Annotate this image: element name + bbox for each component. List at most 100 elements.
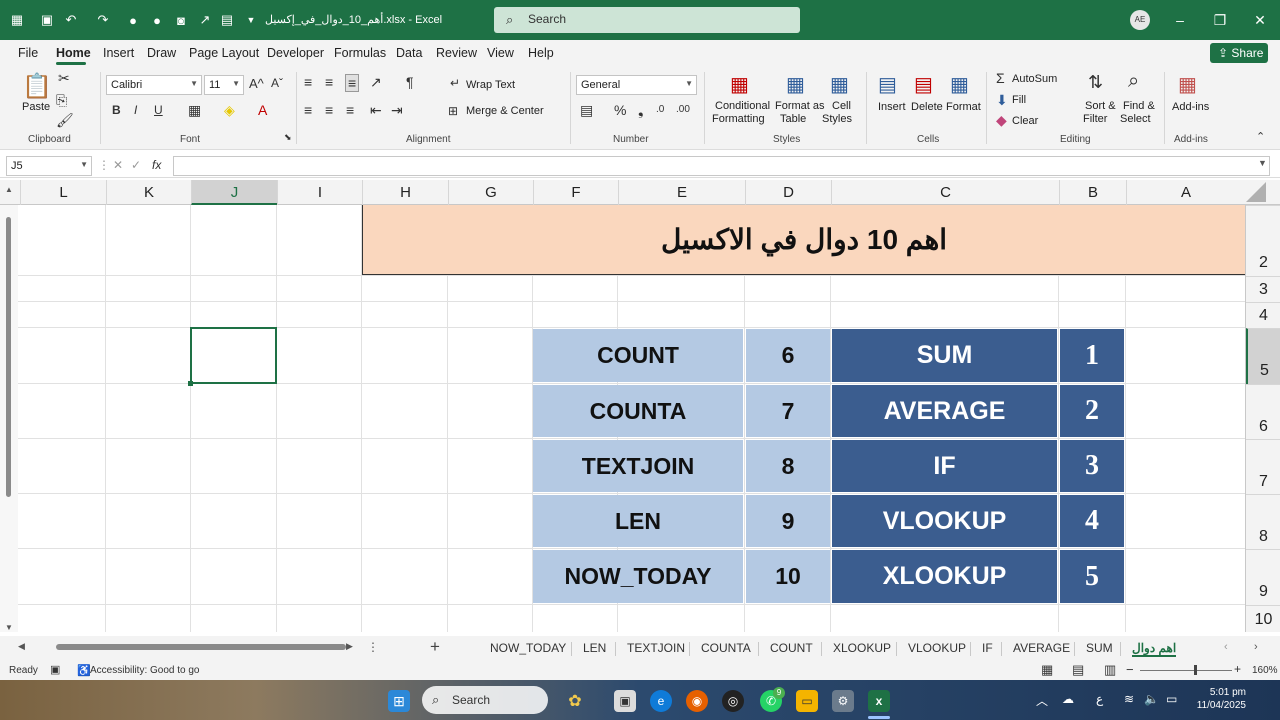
align-center-icon[interactable]: ≡ [325,102,333,118]
row-header[interactable]: 7 [1246,439,1280,494]
tab-page-layout[interactable]: Page Layout [189,46,259,60]
function-name-cell[interactable]: COUNT [533,329,743,382]
folder-icon[interactable]: ▭ [796,690,818,712]
zoom-slider-handle[interactable] [1194,665,1197,675]
row-header[interactable]: 3 [1246,276,1280,302]
function-name-cell[interactable]: SUM [832,329,1057,382]
copy-icon[interactable]: ⎘ [56,92,67,109]
zoom-in-icon[interactable]: + [1234,662,1241,676]
number-format-select[interactable]: General ▼ [576,75,697,95]
column-header[interactable]: B [1059,180,1126,205]
borders-icon[interactable]: ▦ [188,102,201,119]
align-bottom-icon[interactable]: ≡ [345,74,360,92]
tab-file[interactable]: File [18,46,38,60]
function-number-cell[interactable]: 1 [1060,329,1124,382]
paste-icon[interactable]: 📋 [22,72,52,101]
volume-icon[interactable]: 🔈 [1144,692,1159,706]
collapse-ribbon-icon[interactable]: ⌃ [1256,130,1265,143]
form-icon[interactable]: ▤ [218,11,236,29]
row-header[interactable]: 6 [1246,384,1280,439]
select-all-icon[interactable] [1246,182,1266,202]
zoom-slider[interactable] [1140,670,1232,671]
macro-record-icon[interactable]: ▣ [50,663,60,676]
sheet-tab[interactable]: COUNTA [701,641,751,655]
conditional-formatting-line1[interactable]: Conditional [715,100,770,112]
cell-styles-line1[interactable]: Cell [832,100,851,112]
cancel-icon[interactable]: ✕ [113,158,123,172]
increase-indent-icon[interactable]: ⇥ [391,102,403,119]
underline-icon[interactable]: U [154,103,163,117]
comma-icon[interactable]: ❟ [638,102,644,119]
avatar[interactable]: AE [1130,10,1150,30]
onedrive-icon[interactable]: ☁ [1062,692,1074,706]
paste-button[interactable]: Paste [22,101,50,113]
format-painter-icon[interactable]: 🖌 [56,112,74,129]
bold-icon[interactable]: B [112,103,121,117]
orientation-icon[interactable]: ↗ [370,74,382,91]
record2-icon[interactable]: ● [148,11,166,29]
banner-title[interactable]: اهم 10 دوال في الاكسيل [362,205,1245,275]
minimize-icon[interactable]: – [1170,10,1190,30]
align-top-icon[interactable]: ≡ [304,74,312,90]
column-header[interactable]: D [745,180,831,205]
edge-icon[interactable]: e [650,690,672,712]
normal-view-icon[interactable]: ▦ [1041,662,1053,678]
sheet-tab[interactable]: LEN [583,641,606,655]
row-header-selected[interactable]: 5 [1246,328,1280,384]
tab-developer[interactable]: Developer [267,46,324,60]
excel-taskbar-icon[interactable]: x [868,690,890,712]
zoom-level[interactable]: 160% [1252,665,1278,676]
function-number-cell[interactable]: 4 [1060,495,1124,547]
function-name-cell[interactable]: LEN [533,495,743,547]
sheet-tab[interactable]: AVERAGE [1013,641,1070,655]
increase-font-icon[interactable]: A^ [249,76,264,91]
increase-decimal-icon[interactable]: .0 [656,104,664,115]
function-name-cell[interactable]: TEXTJOIN [533,440,743,492]
currency-icon[interactable]: ▤ [580,102,593,119]
file-app-icon[interactable]: ▣ [614,690,636,712]
add-sheet-icon[interactable]: + [430,637,440,657]
horizontal-scroll-thumb[interactable] [56,644,346,650]
format-as-table-line2[interactable]: Table [780,113,806,125]
tab-next-icon[interactable]: › [1254,641,1258,653]
column-header[interactable]: L [20,180,106,205]
row-header[interactable]: 2 [1246,205,1280,276]
column-header[interactable]: A [1126,180,1245,205]
scroll-down-icon[interactable]: ▼ [5,623,13,632]
add-ins-button[interactable]: Add-ins [1172,101,1209,113]
row-header[interactable]: 4 [1246,302,1280,328]
active-cell-j5[interactable] [188,327,277,386]
system-clock[interactable]: 5:01 pm 11/04/2025 [1188,686,1246,712]
row-header[interactable]: 8 [1246,494,1280,549]
tab-formulas[interactable]: Formulas [334,46,386,60]
align-left-icon[interactable]: ≡ [304,102,312,118]
column-header-selected[interactable]: J [191,180,277,205]
insert-function-icon[interactable]: fx [152,158,161,172]
format-cells-button[interactable]: Format [946,101,981,113]
wifi-icon[interactable]: ≋ [1124,692,1134,706]
vertical-scrollbar[interactable]: ▲ ▼ [0,185,18,632]
decrease-font-icon[interactable]: Aˇ [271,76,283,90]
sort-filter-line2[interactable]: Filter [1083,113,1107,125]
formula-input[interactable] [173,156,1270,176]
customize-qat-icon[interactable]: ▼ [242,11,260,29]
tab-prev-icon[interactable]: ‹ [1224,641,1228,653]
function-number-cell[interactable]: 7 [746,385,830,437]
column-header[interactable]: G [448,180,533,205]
page-break-view-icon[interactable]: ▥ [1104,662,1116,678]
worksheet-grid[interactable]: اهم 10 دوال في الاكسيل COUNT 6 COUNTA 7 … [0,205,1280,632]
wrap-text-button[interactable]: Wrap Text [466,79,515,91]
zoom-out-icon[interactable]: − [1126,662,1134,677]
tray-chevron-up-icon[interactable]: ︿ [1036,692,1048,709]
accessibility-status[interactable]: Accessibility: Good to go [90,665,200,676]
column-header[interactable]: H [362,180,448,205]
undo-icon[interactable]: ↶ [62,11,80,29]
search-box[interactable]: ⌕ Search [494,7,800,33]
expand-formula-icon[interactable]: ▼ [1258,158,1267,168]
sheet-tab[interactable]: SUM [1086,641,1113,655]
sheet-tab[interactable]: VLOOKUP [908,641,966,655]
share-link-icon[interactable]: ↗ [196,11,214,29]
fill-button[interactable]: Fill [1012,94,1026,106]
taskbar-search[interactable]: ⌕ Search [422,686,548,714]
column-header[interactable]: K [106,180,191,205]
